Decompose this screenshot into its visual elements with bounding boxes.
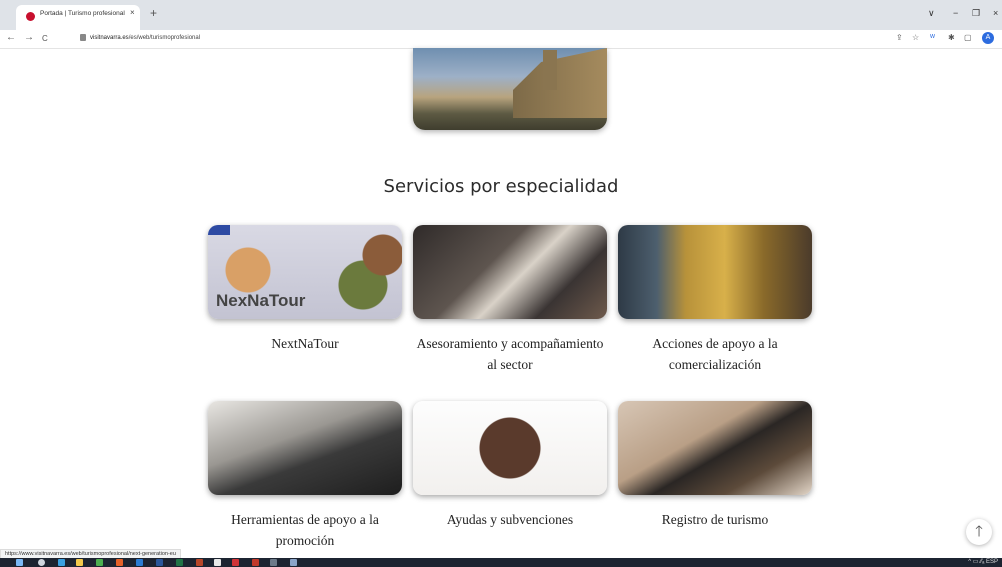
side-panel-icon[interactable]: ▢ (964, 33, 972, 42)
card-image-comercializacion[interactable] (618, 225, 812, 319)
minimize-button[interactable]: − (953, 8, 958, 18)
card-label-herramientas[interactable]: Herramientas de apoyo a la promoción (208, 509, 402, 551)
word-icon[interactable] (156, 559, 163, 566)
new-tab-button[interactable]: + (150, 6, 157, 20)
url-path: /es/web/turismoprofesional (128, 35, 201, 41)
restore-button[interactable]: ❐ (972, 8, 980, 19)
tab-search-icon[interactable]: ∨ (928, 8, 935, 19)
tab-close-icon[interactable]: × (130, 8, 135, 17)
tab-title: Portada | Turismo profesional (40, 10, 125, 17)
os-taskbar: ^ ▭ ⁄⁄ₐ ESP (0, 558, 1002, 567)
card-image-asesoramiento[interactable] (413, 225, 607, 319)
profile-avatar[interactable]: A (982, 32, 994, 44)
taskview-icon[interactable] (58, 559, 65, 566)
forward-button[interactable]: → (24, 32, 34, 43)
card-label-nextnatour[interactable]: NextNaTour (208, 333, 402, 354)
app-icon-3[interactable] (270, 559, 277, 566)
search-icon[interactable] (38, 559, 45, 566)
document-icon[interactable] (214, 559, 221, 566)
chrome-icon[interactable] (96, 559, 103, 566)
scroll-to-top-button[interactable]: 🡑 (966, 519, 992, 545)
pdf-icon[interactable] (252, 559, 259, 566)
file-explorer-icon[interactable] (76, 559, 83, 566)
card-image-herramientas[interactable] (208, 401, 402, 495)
url-domain: visitnavarra.es (90, 35, 129, 41)
back-button[interactable]: ← (6, 32, 16, 43)
app-icon-2[interactable] (232, 559, 239, 566)
app-icon-1[interactable] (116, 559, 123, 566)
lock-icon[interactable] (80, 34, 86, 41)
section-title: Servicios por especialidad (383, 176, 619, 197)
site-favicon-icon (26, 12, 35, 21)
powerpoint-icon[interactable] (196, 559, 203, 566)
card-label-ayudas[interactable]: Ayudas y subvenciones (413, 509, 607, 530)
share-icon[interactable]: ⇪ (896, 33, 903, 42)
hero-city-wall-image (413, 48, 607, 130)
tower-shape (543, 50, 557, 90)
wall-shape (513, 48, 607, 118)
url-field[interactable]: visitnavarra.es/es/web/turismoprofesiona… (90, 35, 200, 41)
card-image-registro[interactable] (618, 401, 812, 495)
card-label-registro[interactable]: Registro de turismo (618, 509, 812, 530)
card-label-asesoramiento[interactable]: Asesoramiento y acompañamiento al sector (413, 333, 607, 375)
close-window-button[interactable]: × (993, 8, 998, 18)
extensions-puzzle-icon[interactable]: ✱ (948, 33, 955, 42)
reload-button[interactable]: C (42, 34, 48, 43)
card-image-ayudas[interactable] (413, 401, 607, 495)
eu-flag-icon (208, 225, 230, 235)
excel-icon[interactable] (176, 559, 183, 566)
bookmark-star-icon[interactable]: ☆ (912, 33, 919, 42)
extension-icon[interactable]: ᵂ (930, 33, 935, 42)
card-image-nextnatour[interactable]: NexNaTour (208, 225, 402, 319)
app-icon-4[interactable] (290, 559, 297, 566)
browser-tab[interactable]: Portada | Turismo profesional × (16, 5, 140, 30)
outlook-icon[interactable] (136, 559, 143, 566)
card-label-comercializacion[interactable]: Acciones de apoyo a la comercialización (618, 333, 812, 375)
nexnatour-logo: NexNaTour (216, 291, 306, 310)
browser-tab-bar: Portada | Turismo profesional × + ∨ − ❐ … (0, 0, 1002, 30)
address-bar-row: ← → C visitnavarra.es/es/web/turismoprof… (0, 30, 1002, 49)
system-tray[interactable]: ^ ▭ ⁄⁄ₐ ESP (968, 558, 998, 567)
start-windows-icon[interactable] (16, 559, 23, 566)
